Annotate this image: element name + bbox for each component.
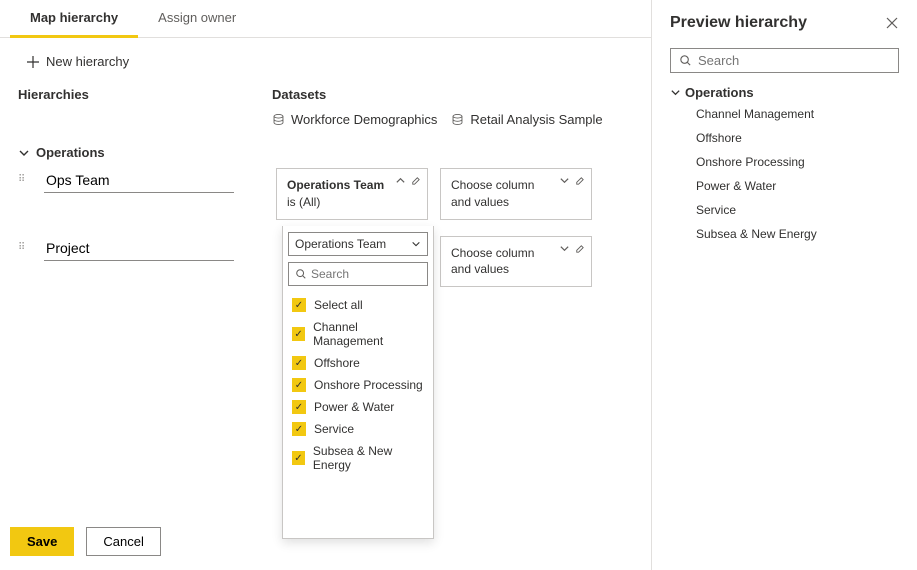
cancel-button[interactable]: Cancel bbox=[86, 527, 160, 556]
option-label: Channel Management bbox=[313, 320, 424, 348]
column-select-value: Operations Team bbox=[295, 237, 386, 251]
new-hierarchy-button[interactable]: New hierarchy bbox=[18, 50, 137, 73]
tree-leaf[interactable]: Offshore bbox=[696, 126, 899, 150]
column-filter-box[interactable]: Operations Team is (All) bbox=[276, 168, 428, 220]
chevron-down-icon[interactable] bbox=[559, 175, 570, 186]
dataset-chip[interactable]: Workforce Demographics bbox=[272, 112, 437, 127]
option-label: Onshore Processing bbox=[314, 378, 423, 392]
checkbox-checked-icon: ✓ bbox=[292, 451, 305, 465]
dataset-chip[interactable]: Retail Analysis Sample bbox=[451, 112, 602, 127]
option-label: Service bbox=[314, 422, 354, 436]
checkbox-checked-icon: ✓ bbox=[292, 378, 306, 392]
chevron-down-icon bbox=[411, 239, 421, 249]
filter-search-input[interactable] bbox=[311, 267, 421, 281]
filter-search-box[interactable] bbox=[288, 262, 428, 286]
preview-search-input[interactable] bbox=[698, 53, 890, 68]
filter-option[interactable]: ✓ Power & Water bbox=[288, 396, 428, 418]
tabs-row: Map hierarchy Assign owner bbox=[0, 0, 651, 38]
chevron-down-icon bbox=[18, 147, 30, 159]
close-icon[interactable] bbox=[885, 16, 899, 30]
group-toggle[interactable]: Operations bbox=[18, 131, 633, 168]
header-datasets: Datasets bbox=[272, 81, 633, 108]
preview-title: Preview hierarchy bbox=[670, 14, 807, 32]
dataset-icon bbox=[451, 113, 464, 126]
column-subtitle: is (All) bbox=[287, 195, 320, 209]
tree-root-label: Operations bbox=[685, 85, 754, 100]
dataset-name: Retail Analysis Sample bbox=[470, 112, 602, 127]
tree-leaf[interactable]: Onshore Processing bbox=[696, 150, 899, 174]
erase-icon[interactable] bbox=[574, 243, 585, 254]
new-hierarchy-label: New hierarchy bbox=[46, 54, 129, 69]
tree-leaf[interactable]: Channel Management bbox=[696, 102, 899, 126]
column-title: Operations Team bbox=[287, 178, 384, 192]
save-button[interactable]: Save bbox=[10, 527, 74, 556]
plus-icon bbox=[26, 55, 40, 69]
column-select[interactable]: Operations Team bbox=[288, 232, 428, 256]
chevron-down-icon[interactable] bbox=[559, 243, 570, 254]
chevron-up-icon[interactable] bbox=[395, 175, 406, 186]
drag-handle-icon[interactable]: ⠿ bbox=[18, 168, 32, 185]
column-filter-box[interactable]: Choose column and values bbox=[440, 168, 592, 220]
level-row: ⠿ Operations Team is (All) Choose column… bbox=[18, 168, 633, 220]
filter-option[interactable]: ✓ Subsea & New Energy bbox=[288, 440, 428, 476]
tree-leaf[interactable]: Power & Water bbox=[696, 174, 899, 198]
chevron-down-icon bbox=[670, 87, 681, 98]
column-filter-box[interactable]: Choose column and values bbox=[440, 236, 592, 288]
erase-icon[interactable] bbox=[410, 175, 421, 186]
column-placeholder: and values bbox=[451, 195, 509, 209]
option-label: Offshore bbox=[314, 356, 360, 370]
checkbox-checked-icon: ✓ bbox=[292, 327, 305, 341]
search-icon bbox=[679, 54, 692, 67]
drag-handle-icon[interactable]: ⠿ bbox=[18, 236, 32, 253]
filter-option[interactable]: ✓ Onshore Processing bbox=[288, 374, 428, 396]
filter-option[interactable]: ✓ Channel Management bbox=[288, 316, 428, 352]
column-placeholder: Choose column bbox=[451, 246, 534, 260]
select-all-option[interactable]: ✓ Select all bbox=[288, 294, 428, 316]
tab-assign-owner[interactable]: Assign owner bbox=[138, 0, 256, 37]
option-label: Power & Water bbox=[314, 400, 394, 414]
filter-option[interactable]: ✓ Service bbox=[288, 418, 428, 440]
tree-root-toggle[interactable]: Operations bbox=[670, 83, 899, 102]
column-placeholder: and values bbox=[451, 262, 509, 276]
preview-search-box[interactable] bbox=[670, 48, 899, 73]
level-name-input[interactable] bbox=[44, 236, 234, 261]
tree-leaf[interactable]: Service bbox=[696, 198, 899, 222]
tree-leaf[interactable]: Subsea & New Energy bbox=[696, 222, 899, 246]
filter-option[interactable]: ✓ Offshore bbox=[288, 352, 428, 374]
column-placeholder: Choose column bbox=[451, 178, 534, 192]
select-all-label: Select all bbox=[314, 298, 363, 312]
dataset-icon bbox=[272, 113, 285, 126]
search-icon bbox=[295, 268, 307, 280]
checkbox-checked-icon: ✓ bbox=[292, 356, 306, 370]
dataset-name: Workforce Demographics bbox=[291, 112, 437, 127]
header-hierarchies: Hierarchies bbox=[18, 81, 268, 131]
checkbox-checked-icon: ✓ bbox=[292, 400, 306, 414]
group-name: Operations bbox=[36, 145, 105, 160]
tab-map-hierarchy[interactable]: Map hierarchy bbox=[10, 0, 138, 38]
checkbox-checked-icon: ✓ bbox=[292, 422, 306, 436]
column-filter-dropdown: Operations Team ✓ Select all ✓ Channel Ma… bbox=[282, 226, 434, 539]
option-label: Subsea & New Energy bbox=[313, 444, 424, 472]
checkbox-checked-icon: ✓ bbox=[292, 298, 306, 312]
level-name-input[interactable] bbox=[44, 168, 234, 193]
erase-icon[interactable] bbox=[574, 175, 585, 186]
